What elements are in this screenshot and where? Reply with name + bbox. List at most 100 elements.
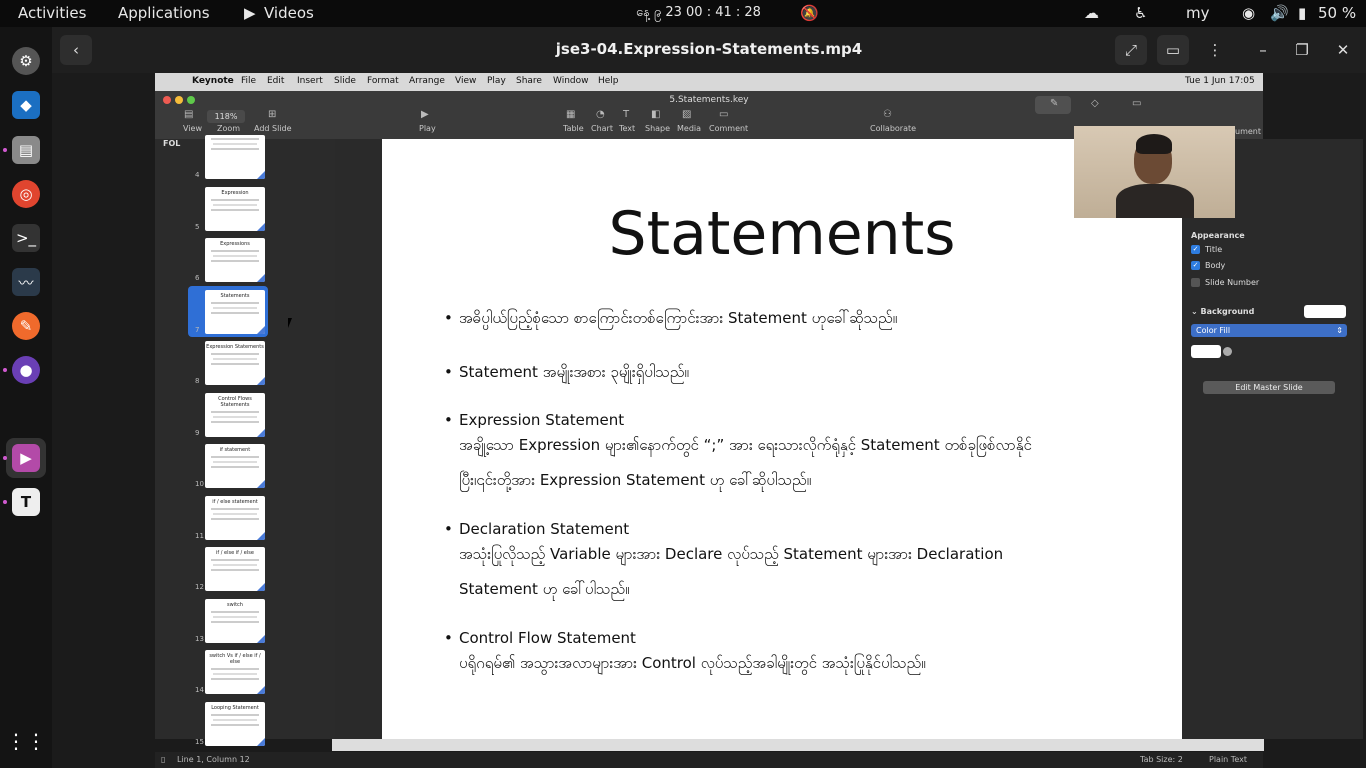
bullet-text: အဓိပ္ပါယ်ပြည့်စုံသော စာကြောင်းတစ်ကြောင်း… [459,309,898,327]
chrome-icon[interactable]: ◎ [12,180,40,208]
close-button[interactable]: ✕ [1327,35,1359,65]
show-apps-icon[interactable]: ⋮⋮ [6,727,46,755]
comment-label: Comment [709,124,749,133]
thumbnail-line [211,456,259,458]
play-icon: ▶ [421,109,429,120]
thumbnail-line [211,559,259,561]
language-mode: Plain Text [1209,755,1247,764]
thumbnail-line [213,203,257,206]
cloud-icon[interactable]: ☁ [1084,4,1099,22]
slide-thumbnail[interactable] [205,135,265,179]
slide-thumbnail[interactable]: if / else if / else [205,547,265,591]
bullet-text: Statement အမျိုးအစား ၃မျိုးရှိပါသည်။ [459,363,689,381]
sidebar-folder-label: FOL [163,139,181,148]
activities-button[interactable]: Activities [18,4,86,22]
slide-thumbnail[interactable]: switch [205,598,265,643]
document-label: ument [1235,127,1261,136]
thumbnail-line [211,311,259,314]
slide-thumbnail[interactable]: Expression [205,186,265,231]
checkmark-icon: ✓ [1191,261,1200,270]
postman-icon[interactable]: ✎ [12,312,40,340]
slide-thumbnail[interactable]: if / else statement [205,495,265,540]
videos-icon[interactable]: ▶ [12,444,40,472]
color-wheel-icon [1223,347,1232,356]
bullet-heading: Expression Statement [459,411,625,429]
accessibility-icon[interactable]: ♿ [1134,4,1147,22]
thumbnail-corner-mark [257,634,265,643]
checkbox-empty-icon [1191,278,1200,287]
thumbnail-corner-mark [257,428,265,437]
menu-button[interactable]: ⋮ [1199,35,1231,65]
mouse-cursor [288,318,296,328]
fullscreen-button[interactable]: ⤢ [1115,35,1147,65]
slide-thumbnail-title: Expression Statements [206,344,264,350]
slide-navigator: FOL 4 5 Expression 6 Expressions 7 Statements 8… [155,135,335,746]
shape-icon: ◧ [651,109,661,120]
thumbnail-line [211,723,259,726]
thumbnail-corner-mark [257,737,265,746]
slide-thumbnail[interactable]: Expressions [205,238,265,282]
thumbnail-line [211,517,259,520]
vscode-icon[interactable]: ◆ [12,91,40,119]
menu-format: Format [367,76,399,86]
thumbnail-line [211,420,259,423]
keyboard-layout[interactable]: my [1186,4,1210,22]
bell-muted-icon[interactable]: 🔕 [800,4,819,22]
videos-app-menu[interactable]: Videos [264,4,314,22]
slide-thumbnail[interactable]: Expression Statements [205,341,265,385]
menu-play: Play [487,76,506,86]
chart-icon: ◔ [596,109,605,120]
minimize-button[interactable]: – [1247,35,1279,65]
slide-canvas: Statements • အဓိပ္ပါယ်ပြည့်စုံသော စာကြော… [382,139,1182,739]
files-icon[interactable]: ▤ [12,136,40,164]
slide-thumbnail[interactable]: Looping Statement [205,701,265,746]
thumbnail-line [211,353,259,355]
slide-thumbnail[interactable]: if statement [205,444,265,488]
checkmark-icon: ✓ [1191,245,1200,254]
slide-thumbnail-title: Looping Statement [211,704,259,711]
chevron-updown-icon: ⇕ [1336,326,1343,335]
shape-label: Shape [645,124,671,133]
thumbnail-line [211,620,259,623]
thumbnail-line [213,143,257,145]
slide-number: 7 [195,325,200,334]
document-icon: ▭ [1132,98,1142,109]
maximize-button[interactable]: ❐ [1286,35,1318,65]
system-monitor-icon[interactable]: 〰 [12,268,40,296]
slide-thumbnail[interactable]: Control Flows Statements [205,392,265,437]
battery-icon[interactable]: ▮ [1298,4,1306,22]
slide-thumbnail[interactable]: Statements [205,289,265,334]
slide-number-checkbox-label: Slide Number [1205,278,1260,287]
clock[interactable]: နေ့ ၉ 23 00 : 41 : 28 [636,4,761,23]
slide-thumbnail[interactable]: switch Vs if / else if / else [205,650,265,694]
thumbnail-corner-mark [257,171,265,179]
table-icon: ▦ [566,109,576,120]
thumbnail-corner-mark [257,686,265,694]
applications-menu[interactable]: Applications [118,4,210,22]
thumbnail-corner-mark [257,377,265,385]
slide-thumbnail-title: Expressions [220,241,250,247]
settings-icon[interactable]: ⚙ [12,47,40,75]
wifi-icon[interactable]: ◉ [1242,4,1255,22]
title-checkbox-label: Title [1205,245,1223,254]
terminal-icon[interactable]: >_ [12,224,40,252]
background-label: Background [1200,307,1255,316]
comment-icon: ▭ [719,109,729,120]
subtitles-button[interactable]: ▭ [1157,35,1189,65]
volume-icon[interactable]: 🔊 [1270,4,1289,22]
bullet-text: ပြီး၊၎င်းတို့အား Expression Statement ဟု… [459,471,812,489]
typora-icon[interactable]: T [12,488,40,516]
github-icon[interactable]: ● [12,356,40,384]
running-indicator [3,500,7,504]
bullet-dot: • [444,309,453,327]
slide-thumbnail-title: Statements [220,292,250,299]
thumbnail-line [211,148,259,150]
thumbnail-corner-mark [257,222,265,231]
thumbnail-line [213,255,257,257]
fill-color-well [1191,345,1221,358]
running-indicator [3,456,7,460]
battery-percent[interactable]: 50 % [1318,4,1356,22]
slide-thumbnail-title: Control Flows Statements [218,395,252,408]
menu-help: Help [598,76,619,86]
view-icon: ▤ [184,109,194,120]
